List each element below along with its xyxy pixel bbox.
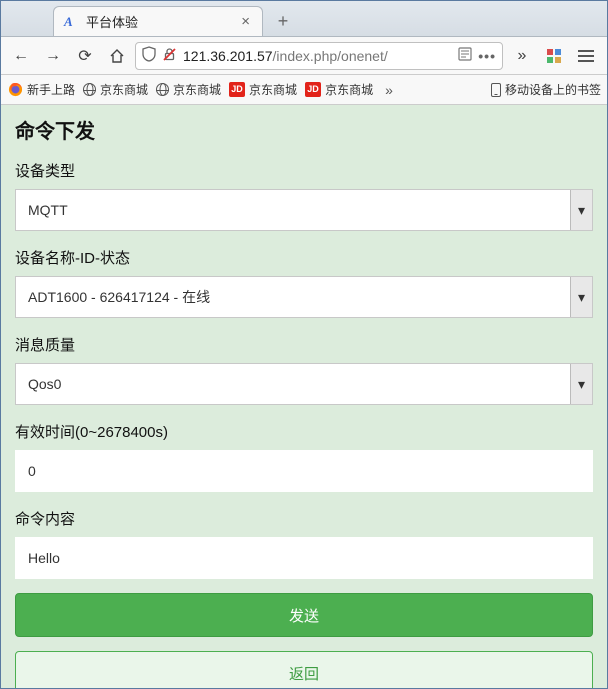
globe-icon bbox=[156, 83, 169, 96]
device-name-label: 设备名称-ID-状态 bbox=[15, 247, 593, 268]
chevron-down-icon: ▾ bbox=[570, 277, 592, 317]
bookmark-label: 京东商城 bbox=[325, 81, 373, 98]
overflow-button[interactable]: » bbox=[507, 42, 537, 70]
bookmarks-overflow-button[interactable]: » bbox=[381, 82, 397, 98]
address-bar[interactable]: 121.36.201.57/index.php/onenet/ ••• bbox=[135, 42, 503, 70]
bookmark-label: 京东商城 bbox=[173, 81, 221, 98]
library-button[interactable] bbox=[539, 42, 569, 70]
qos-select[interactable]: Qos0 ▾ bbox=[15, 363, 593, 405]
globe-icon bbox=[83, 83, 96, 96]
bookmark-item[interactable]: 京东商城 bbox=[83, 81, 148, 98]
device-type-label: 设备类型 bbox=[15, 160, 593, 181]
new-tab-button[interactable]: + bbox=[269, 8, 297, 34]
home-icon bbox=[109, 48, 125, 64]
device-name-value: ADT1600 - 626417124 - 在线 bbox=[28, 287, 210, 307]
tracking-shield-icon bbox=[142, 46, 156, 65]
bookmark-label: 京东商城 bbox=[100, 81, 148, 98]
mobile-bookmarks-item[interactable]: 移动设备上的书签 bbox=[491, 81, 601, 98]
library-icon bbox=[547, 49, 561, 63]
chevron-down-icon: ▾ bbox=[570, 190, 592, 230]
tab-favicon: A bbox=[64, 16, 78, 28]
reader-mode-icon[interactable] bbox=[458, 47, 472, 64]
cmd-input[interactable]: Hello bbox=[15, 537, 593, 579]
reload-button[interactable]: ⟳ bbox=[71, 42, 99, 70]
bookmark-label: 新手上路 bbox=[27, 81, 75, 98]
browser-window: — ▢ ✕ A 平台体验 × + ← → ⟳ 121.36.201.57/ind… bbox=[0, 0, 608, 689]
page-content: 命令下发 设备类型 MQTT ▾ 设备名称-ID-状态 ADT1600 - 62… bbox=[1, 105, 607, 688]
url-text: 121.36.201.57/index.php/onenet/ bbox=[183, 48, 452, 64]
jd-icon: JD bbox=[305, 82, 321, 97]
hamburger-icon bbox=[578, 50, 594, 62]
back-button-page[interactable]: 返回 bbox=[15, 651, 593, 688]
back-button[interactable]: ← bbox=[7, 42, 35, 70]
ttl-label: 有效时间(0~2678400s) bbox=[15, 421, 593, 442]
device-name-select[interactable]: ADT1600 - 626417124 - 在线 ▾ bbox=[15, 276, 593, 318]
tab-close-button[interactable]: × bbox=[237, 13, 254, 30]
cmd-label: 命令内容 bbox=[15, 508, 593, 529]
toolbar: ← → ⟳ 121.36.201.57/index.php/onenet/ ••… bbox=[1, 37, 607, 75]
device-type-value: MQTT bbox=[28, 202, 68, 218]
bookmark-item[interactable]: 新手上路 bbox=[7, 81, 75, 98]
jd-icon: JD bbox=[229, 82, 245, 97]
bookmark-label: 京东商城 bbox=[249, 81, 297, 98]
forward-button[interactable]: → bbox=[39, 42, 67, 70]
device-type-select[interactable]: MQTT ▾ bbox=[15, 189, 593, 231]
send-button[interactable]: 发送 bbox=[15, 593, 593, 637]
page-actions-menu[interactable]: ••• bbox=[478, 48, 496, 64]
qos-value: Qos0 bbox=[28, 376, 61, 392]
app-menu-button[interactable] bbox=[571, 42, 601, 70]
send-button-label: 发送 bbox=[289, 605, 319, 626]
bookmark-item[interactable]: JD 京东商城 bbox=[229, 81, 297, 98]
ttl-input[interactable]: 0 bbox=[15, 450, 593, 492]
chevron-down-icon: ▾ bbox=[570, 364, 592, 404]
home-button[interactable] bbox=[103, 42, 131, 70]
tab-strip: A 平台体验 × + bbox=[1, 1, 607, 37]
tab-title: 平台体验 bbox=[86, 12, 229, 31]
back-button-label: 返回 bbox=[289, 663, 319, 684]
page-title: 命令下发 bbox=[15, 115, 593, 144]
mobile-icon bbox=[491, 83, 501, 97]
toolbar-right: » bbox=[507, 42, 601, 70]
bookmark-item[interactable]: JD 京东商城 bbox=[305, 81, 373, 98]
cmd-value: Hello bbox=[28, 550, 60, 566]
bookmark-item[interactable]: 京东商城 bbox=[156, 81, 221, 98]
ttl-value: 0 bbox=[28, 463, 36, 479]
bookmarks-bar: 新手上路 京东商城 京东商城 JD 京东商城 JD 京东商城 » 移动设备上的书… bbox=[1, 75, 607, 105]
bookmark-label: 移动设备上的书签 bbox=[505, 81, 601, 98]
insecure-lock-icon bbox=[162, 47, 177, 65]
tab-active[interactable]: A 平台体验 × bbox=[53, 6, 263, 36]
firefox-icon bbox=[7, 82, 23, 98]
qos-label: 消息质量 bbox=[15, 334, 593, 355]
